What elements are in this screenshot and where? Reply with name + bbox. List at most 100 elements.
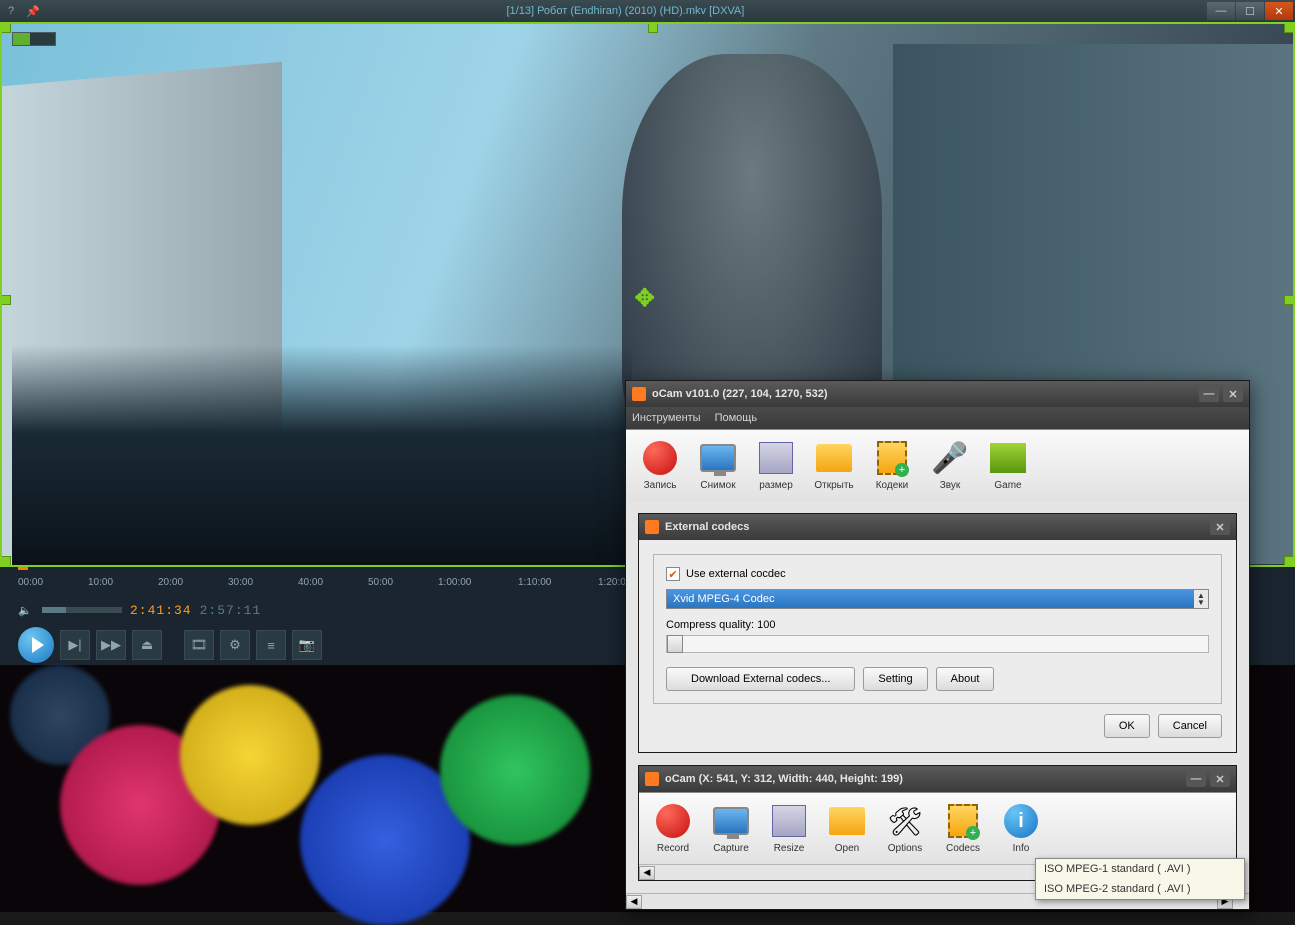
toolbar-record[interactable]: Запись: [636, 438, 684, 493]
timeline-mark: 20:00: [158, 577, 183, 588]
toolbar-resize[interactable]: размер: [752, 438, 800, 493]
setting-button[interactable]: Setting: [863, 667, 927, 691]
time-current: 2:41:34: [130, 603, 192, 618]
toolbar-label: Capture: [713, 843, 749, 854]
capture-handle[interactable]: [648, 23, 658, 33]
capture-handle[interactable]: [1, 556, 11, 566]
folder-icon: [816, 444, 852, 472]
toolbar-label: Запись: [644, 480, 677, 491]
codecs-icon: [877, 441, 907, 475]
volume-icon[interactable]: 🔈: [18, 604, 34, 617]
volume-slider[interactable]: [42, 607, 122, 613]
toolbar-options[interactable]: 🛠 Options: [881, 801, 929, 856]
toolbar-label: Record: [657, 843, 689, 854]
toolbar-label: Info: [1013, 843, 1030, 854]
close-button[interactable]: ✕: [1210, 771, 1230, 787]
menu-tools[interactable]: Инструменты: [632, 412, 701, 424]
slider-thumb[interactable]: [667, 635, 683, 653]
ocam2-title: oCam (X: 541, Y: 312, Width: 440, Height…: [665, 773, 1186, 785]
codecs-title: External codecs: [665, 521, 1210, 533]
cancel-button[interactable]: Cancel: [1158, 714, 1222, 738]
toolbar-game[interactable]: Game: [984, 438, 1032, 493]
capture-handle[interactable]: [1, 23, 11, 33]
capture-handle[interactable]: [1, 295, 11, 305]
minimize-button[interactable]: —: [1207, 2, 1235, 20]
camera-button[interactable]: 📷: [292, 630, 322, 660]
tooltip-item[interactable]: ISO MPEG-1 standard ( .AVI ): [1036, 859, 1244, 879]
time-total: 2:57:11: [200, 603, 262, 618]
settings-button[interactable]: ⚙: [220, 630, 250, 660]
folder-icon: [829, 807, 865, 835]
toolbar-resize[interactable]: Resize: [765, 801, 813, 856]
toolbar-label: Codecs: [946, 843, 980, 854]
capture-handle[interactable]: [1284, 556, 1294, 566]
nvidia-icon: [990, 443, 1026, 473]
codecs-titlebar[interactable]: External codecs ✕: [639, 514, 1236, 540]
about-button[interactable]: About: [936, 667, 995, 691]
eject-button[interactable]: ⏏: [132, 630, 162, 660]
next-button[interactable]: ▶▶: [96, 630, 126, 660]
play-button[interactable]: [18, 627, 54, 663]
ocam2-titlebar[interactable]: oCam (X: 541, Y: 312, Width: 440, Height…: [639, 766, 1236, 792]
scroll-left-button[interactable]: ◀: [639, 866, 655, 880]
toolbar-snapshot[interactable]: Снимок: [694, 438, 742, 493]
ocam-app-icon: [645, 520, 659, 534]
scroll-left-button[interactable]: ◀: [626, 895, 642, 909]
close-button[interactable]: ✕: [1265, 2, 1293, 20]
toolbar-open[interactable]: Open: [823, 801, 871, 856]
toolbar-label: Снимок: [700, 480, 735, 491]
codec-select[interactable]: Xvid MPEG-4 Codec ▲▼: [666, 589, 1209, 609]
timeline-mark: 1:00:00: [438, 577, 471, 588]
capture-handle[interactable]: [1284, 23, 1294, 33]
codecs-body: ✔ Use external cocdec Xvid MPEG-4 Codec …: [639, 540, 1236, 752]
toolbar-codecs[interactable]: Codecs: [939, 801, 987, 856]
toolbar-record[interactable]: Record: [649, 801, 697, 856]
toolbar-sound[interactable]: 🎤 Звук: [926, 438, 974, 493]
list-button[interactable]: ≡: [256, 630, 286, 660]
capture-handle[interactable]: [1284, 295, 1294, 305]
minimize-button[interactable]: —: [1186, 771, 1206, 787]
close-button[interactable]: ✕: [1223, 386, 1243, 402]
bokeh: [440, 695, 590, 845]
toolbar-info[interactable]: i Info: [997, 801, 1045, 856]
toolbar-codecs[interactable]: Кодеки: [868, 438, 916, 493]
player-titlebar: ? 📌 [1/13] Робот (Endhiran) (2010) (HD).…: [0, 0, 1295, 22]
pin-icon[interactable]: 📌: [22, 5, 44, 18]
toolbar-label: Звук: [940, 480, 961, 491]
help-icon[interactable]: ?: [0, 5, 22, 17]
player-title: [1/13] Робот (Endhiran) (2010) (HD).mkv …: [44, 5, 1207, 17]
close-button[interactable]: ✕: [1210, 519, 1230, 535]
ocam-main-window: oCam v101.0 (227, 104, 1270, 532) — ✕ Ин…: [625, 380, 1250, 910]
use-external-checkbox[interactable]: ✔: [666, 567, 680, 581]
record-icon: [656, 804, 690, 838]
toolbar-open[interactable]: Открыть: [810, 438, 858, 493]
quality-slider[interactable]: [666, 635, 1209, 653]
prev-button[interactable]: ▶|: [60, 630, 90, 660]
menu-help[interactable]: Помощь: [715, 412, 758, 424]
dialog-button-row: OK Cancel: [653, 714, 1222, 738]
film-button[interactable]: 🎞: [184, 630, 214, 660]
microphone-icon: 🎤: [930, 440, 970, 476]
move-cross-icon[interactable]: ✥: [635, 284, 655, 313]
codecs-icon: [948, 804, 978, 838]
spinner-arrows-icon[interactable]: ▲▼: [1194, 590, 1208, 608]
timeline-mark: 00:00: [18, 577, 43, 588]
ocam-window-controls: — ✕: [1199, 386, 1243, 402]
ok-button[interactable]: OK: [1104, 714, 1150, 738]
toolbar-capture[interactable]: Capture: [707, 801, 755, 856]
record-icon: [643, 441, 677, 475]
external-codecs-dialog: External codecs ✕ ✔ Use external cocdec …: [638, 513, 1237, 753]
toolbar-label: Options: [888, 843, 922, 854]
ocam-toolbar: Запись Снимок размер Открыть Кодеки 🎤 Зв…: [626, 429, 1249, 501]
tooltip-item[interactable]: ISO MPEG-2 standard ( .AVI ): [1036, 879, 1244, 899]
timeline-mark: 50:00: [368, 577, 393, 588]
download-codecs-button[interactable]: Download External codecs...: [666, 667, 855, 691]
ocam-titlebar[interactable]: oCam v101.0 (227, 104, 1270, 532) — ✕: [626, 381, 1249, 407]
timeline-mark: 30:00: [228, 577, 253, 588]
ocam-title: oCam v101.0 (227, 104, 1270, 532): [652, 388, 1199, 400]
minimize-button[interactable]: —: [1199, 386, 1219, 402]
toolbar-label: Кодеки: [876, 480, 909, 491]
toolbar-label: Resize: [774, 843, 805, 854]
maximize-button[interactable]: ☐: [1236, 2, 1264, 20]
toolbar-label: размер: [759, 480, 793, 491]
